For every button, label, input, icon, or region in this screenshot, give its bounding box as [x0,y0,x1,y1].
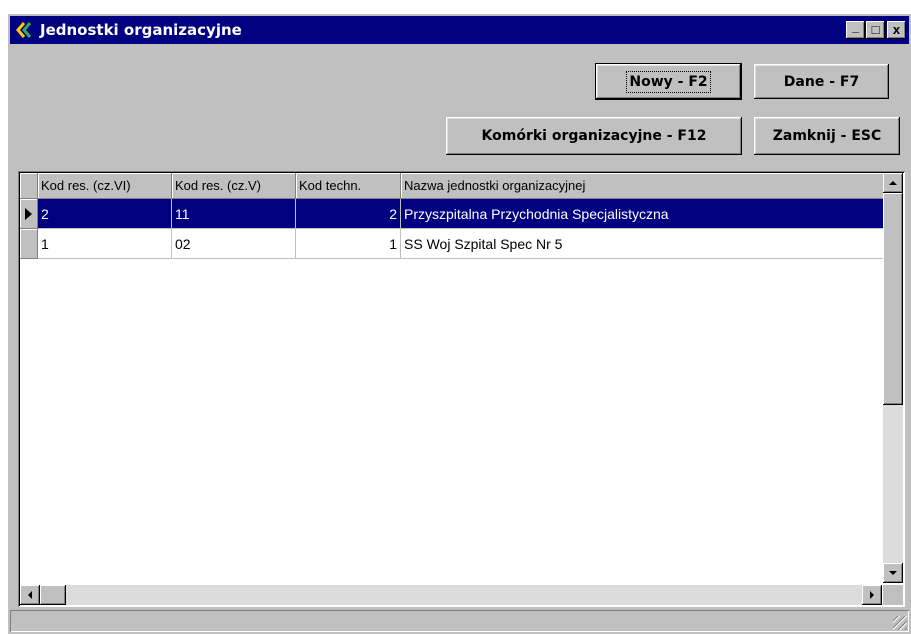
cell-kod-res-v[interactable]: 02 [172,229,296,259]
column-header-nazwa[interactable]: Nazwa jednostki organizacyjnej [401,173,884,199]
header-corner [20,173,38,199]
scroll-corner [883,585,903,605]
new-button[interactable]: Nowy - F2 [595,63,742,100]
scroll-down-button[interactable] [883,563,903,583]
title-bar[interactable]: Jednostki organizacyjne _ □ x [10,16,909,44]
maximize-icon: □ [871,22,880,37]
cell-kod-techn[interactable]: 2 [296,199,401,229]
scroll-up-button[interactable] [883,173,903,193]
close-button[interactable]: x [887,21,906,39]
triangle-left-icon [28,591,32,599]
scroll-right-button[interactable] [862,585,882,605]
close-window-button[interactable]: Zamknij - ESC [754,117,900,155]
triangle-right-icon [25,208,32,220]
close-icon: x [892,22,901,37]
resize-grip-icon[interactable] [893,616,907,630]
data-button-label: Dane - F7 [783,73,860,90]
column-header-kod-res-vi[interactable]: Kod res. (cz.VI) [38,173,172,199]
horizontal-scrollbar[interactable] [20,585,882,605]
data-button[interactable]: Dane - F7 [754,64,889,99]
cell-kod-res-vi[interactable]: 2 [38,199,172,229]
table-row[interactable]: 1 02 1 SS Woj Szpital Spec Nr 5 [20,229,886,259]
scroll-left-button[interactable] [20,585,40,605]
org-cells-button[interactable]: Komórki organizacyjne - F12 [446,117,742,155]
cell-nazwa[interactable]: Przyszpitalna Przychodnia Specjalistyczn… [401,199,886,229]
org-cells-button-label: Komórki organizacyjne - F12 [481,128,707,144]
cell-kod-techn[interactable]: 1 [296,229,401,259]
vertical-scrollbar[interactable] [883,173,903,583]
triangle-down-icon [889,571,897,575]
app-logo-icon [16,21,36,39]
horizontal-scroll-thumb[interactable] [40,585,66,605]
window-title: Jednostki organizacyjne [40,21,242,39]
app-window: Jednostki organizacyjne _ □ x Nowy - F2 … [8,14,911,634]
triangle-up-icon [889,181,897,185]
new-button-label: Nowy - F2 [626,70,711,93]
cell-kod-res-vi[interactable]: 1 [38,229,172,259]
status-bar [10,610,909,632]
minimize-button[interactable]: _ [846,19,865,39]
cell-kod-res-v[interactable]: 11 [172,199,296,229]
table-row[interactable]: 2 11 2 Przyszpitalna Przychodnia Specjal… [20,199,886,229]
vertical-scroll-thumb[interactable] [883,193,903,405]
row-indicator[interactable] [20,229,38,259]
row-indicator[interactable] [20,199,38,229]
minimize-icon: _ [851,19,860,34]
cell-nazwa[interactable]: SS Woj Szpital Spec Nr 5 [401,229,886,259]
close-window-button-label: Zamknij - ESC [772,128,882,144]
maximize-button[interactable]: □ [866,21,885,39]
triangle-right-icon [870,591,874,599]
data-grid[interactable]: Kod res. (cz.VI) Kod res. (cz.V) Kod tec… [18,171,905,607]
column-header-kod-techn[interactable]: Kod techn. [296,173,401,199]
column-header-kod-res-v[interactable]: Kod res. (cz.V) [172,173,296,199]
